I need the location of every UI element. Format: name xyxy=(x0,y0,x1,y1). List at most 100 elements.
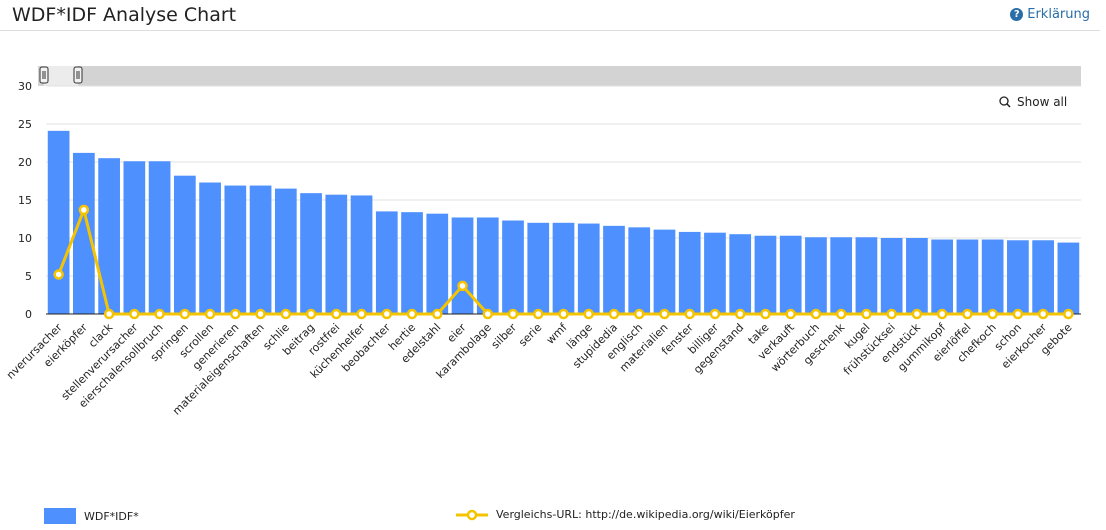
line-point[interactable] xyxy=(1037,308,1049,320)
y-tick-label: 30 xyxy=(18,80,32,93)
legend-swatch-bars xyxy=(44,508,76,524)
line-point[interactable] xyxy=(204,308,216,320)
line-point[interactable] xyxy=(482,308,494,320)
bar[interactable] xyxy=(98,158,120,314)
bar[interactable] xyxy=(325,194,348,314)
line-point[interactable] xyxy=(962,308,973,320)
bar[interactable] xyxy=(527,222,550,314)
line-point[interactable] xyxy=(886,308,897,320)
bar[interactable] xyxy=(704,232,726,314)
line-point[interactable] xyxy=(406,308,418,320)
line-point[interactable] xyxy=(154,308,165,320)
legend-item-line[interactable]: Vergleichs-URL: http://de.wikipedia.org/… xyxy=(456,508,795,521)
navigator-window[interactable] xyxy=(44,66,78,86)
line-point[interactable] xyxy=(760,308,771,320)
bar[interactable] xyxy=(1057,242,1080,314)
line-point[interactable] xyxy=(533,308,544,320)
bar[interactable] xyxy=(653,229,676,314)
bar[interactable] xyxy=(981,239,1004,314)
line-point[interactable] xyxy=(78,204,90,216)
x-tick-label: silber xyxy=(489,321,520,352)
line-point[interactable] xyxy=(659,308,670,320)
legend-swatch-line xyxy=(456,509,488,520)
zoom-out-icon xyxy=(999,96,1009,106)
bar[interactable] xyxy=(300,193,322,314)
bar[interactable] xyxy=(855,237,878,314)
line-point[interactable] xyxy=(911,308,923,320)
legend-label-line: Vergleichs-URL: http://de.wikipedia.org/… xyxy=(496,508,795,521)
bar[interactable] xyxy=(274,188,297,314)
bar[interactable] xyxy=(123,161,146,314)
line-point[interactable] xyxy=(129,308,140,320)
line-point[interactable] xyxy=(381,308,393,320)
bar[interactable] xyxy=(1007,240,1029,314)
line-point[interactable] xyxy=(583,308,594,320)
bar[interactable] xyxy=(401,212,423,314)
y-tick-label: 15 xyxy=(18,194,32,207)
line-point[interactable] xyxy=(179,308,191,320)
y-tick-label: 25 xyxy=(18,118,32,131)
line-point[interactable] xyxy=(608,308,620,320)
line-point[interactable] xyxy=(230,308,241,320)
bar[interactable] xyxy=(1032,240,1054,314)
bar[interactable] xyxy=(805,237,827,314)
line-point[interactable] xyxy=(558,308,569,320)
bar[interactable] xyxy=(906,238,928,314)
line-point[interactable] xyxy=(1012,308,1024,320)
bar[interactable] xyxy=(880,238,903,314)
line-point[interactable] xyxy=(280,308,292,320)
bar[interactable] xyxy=(199,182,221,314)
line-point[interactable] xyxy=(633,308,645,320)
line-point[interactable] xyxy=(356,308,367,320)
bar[interactable] xyxy=(426,213,449,314)
bar[interactable] xyxy=(502,220,524,314)
bar[interactable] xyxy=(779,235,802,314)
y-tick-label: 10 xyxy=(18,232,32,245)
navigator-track[interactable] xyxy=(38,66,1081,86)
bar[interactable] xyxy=(830,237,853,314)
bar[interactable] xyxy=(729,234,752,314)
line-point[interactable] xyxy=(810,308,822,320)
line-point[interactable] xyxy=(936,308,948,320)
line-point[interactable] xyxy=(1063,308,1074,320)
line-point[interactable] xyxy=(684,308,695,320)
bar[interactable] xyxy=(224,185,247,314)
bar[interactable] xyxy=(148,161,171,314)
legend-item-bars[interactable]: WDF*IDF* xyxy=(44,508,139,524)
line-point[interactable] xyxy=(103,308,115,320)
bar[interactable] xyxy=(375,211,398,314)
navigator-handle[interactable] xyxy=(73,66,83,84)
bar[interactable] xyxy=(931,239,954,314)
bar[interactable] xyxy=(628,227,651,314)
line-point[interactable] xyxy=(861,308,872,320)
bar[interactable] xyxy=(173,175,196,314)
line-point[interactable] xyxy=(432,308,443,320)
line-point[interactable] xyxy=(255,308,266,320)
y-tick-label: 5 xyxy=(25,270,32,283)
bar[interactable] xyxy=(476,217,499,314)
bar[interactable] xyxy=(451,217,474,314)
line-point[interactable] xyxy=(331,308,342,320)
bar[interactable] xyxy=(603,225,625,314)
line-point[interactable] xyxy=(53,269,64,280)
bar[interactable] xyxy=(754,235,777,314)
line-point[interactable] xyxy=(709,308,721,320)
navigator-handle[interactable] xyxy=(39,66,49,84)
chart: 051015202530Show allnverursachereierköpf… xyxy=(4,66,1081,418)
line-point[interactable] xyxy=(305,308,317,320)
line-point[interactable] xyxy=(507,308,519,320)
line-point[interactable] xyxy=(835,308,847,320)
bar[interactable] xyxy=(350,195,373,314)
bar[interactable] xyxy=(956,239,979,314)
bar[interactable] xyxy=(552,222,575,314)
zoom-out-icon-handle xyxy=(1006,103,1011,108)
bar[interactable] xyxy=(678,231,701,314)
line-point[interactable] xyxy=(457,280,468,292)
bar[interactable] xyxy=(47,130,70,314)
show-all-label[interactable]: Show all xyxy=(1017,95,1067,109)
bar[interactable] xyxy=(577,223,600,314)
line-point[interactable] xyxy=(987,308,998,320)
bar[interactable] xyxy=(249,185,272,314)
line-point[interactable] xyxy=(785,308,796,320)
line-point[interactable] xyxy=(734,308,746,320)
